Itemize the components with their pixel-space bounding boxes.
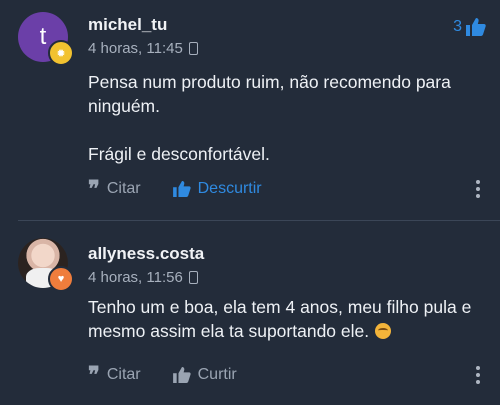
comment-meta: 4 horas, 11:56 [88,269,198,286]
thumbs-up-icon [172,181,191,197]
quote-icon: ❞ [88,362,100,388]
like-label: Curtir [197,366,237,383]
comment-body: Tenho um e boa, ela tem 4 anos, meu filh… [88,295,478,343]
user-level-badge-icon: ✹ [48,40,74,66]
comment-card: ♥ allyness.costa 4 horas, 11:56 Tenho um… [0,221,500,405]
like-count: 3 [453,18,462,35]
more-vertical-icon[interactable] [476,366,480,384]
username[interactable]: allyness.costa [88,244,204,264]
comment-meta: 4 horas, 11:45 [88,40,198,57]
quote-button[interactable]: ❞ Citar [88,176,141,202]
comment-paragraph: Tenho um e boa, ela tem 4 anos, meu filh… [88,295,478,343]
username[interactable]: michel_tu [88,15,167,35]
comment-time: 4 horas, 11:45 [88,40,183,57]
comment-card: t ✹ michel_tu 4 horas, 11:45 3 Pensa num… [0,0,500,220]
like-button[interactable]: Curtir [172,366,237,384]
quote-label: Citar [106,180,141,197]
comment-text: Tenho um e boa, ela tem 4 anos, meu filh… [88,297,472,341]
thumbs-up-icon [172,367,191,383]
mobile-phone-icon [188,271,198,284]
thumbs-up-icon [466,18,486,36]
unlike-label: Descurtir [197,180,262,197]
like-count-indicator[interactable]: 3 [453,18,486,36]
more-vertical-icon[interactable] [476,180,480,198]
comment-body: Pensa num produto ruim, não recomendo pa… [88,70,478,166]
comment-paragraph: Frágil e desconfortável. [88,144,270,164]
quote-label: Citar [106,366,141,383]
comment-actions: ❞ Citar Descurtir [88,176,480,202]
quote-icon: ❞ [88,176,100,202]
unlike-button[interactable]: Descurtir [172,180,262,198]
grinning-face-emoji-icon [375,323,392,339]
avatar[interactable]: ♥ [18,238,74,292]
comment-paragraph: Pensa num produto ruim, não recomendo pa… [88,72,451,116]
comment-time: 4 horas, 11:56 [88,269,183,286]
avatar[interactable]: t ✹ [18,12,74,66]
quote-button[interactable]: ❞ Citar [88,362,141,388]
mobile-phone-icon [188,42,198,55]
comment-actions: ❞ Citar Curtir [88,362,480,388]
user-level-badge-icon: ♥ [48,266,74,292]
